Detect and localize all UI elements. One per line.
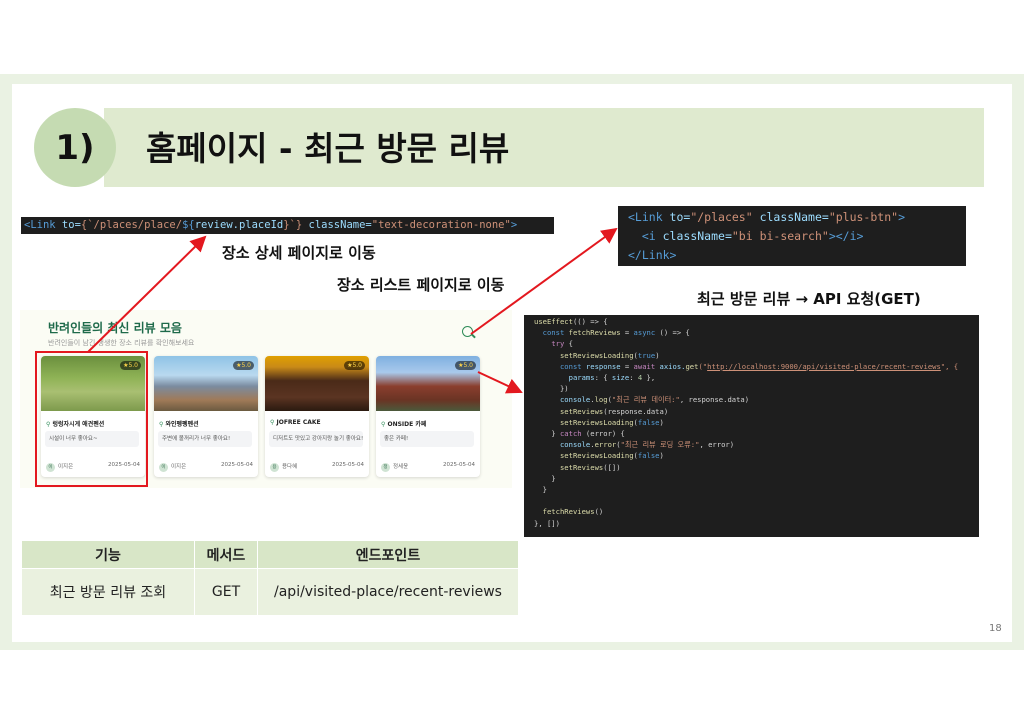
table-cell: GET — [194, 568, 258, 616]
table-header: 메서드 — [194, 540, 258, 569]
table-header-row: 기능 메서드 엔드포인트 — [21, 540, 519, 569]
arrow-to-effect-code — [477, 371, 523, 394]
api-table: 기능 메서드 엔드포인트 최근 방문 리뷰 조회 GET /api/visite… — [21, 540, 519, 616]
table-row: 최근 방문 리뷰 조회 GET /api/visited-place/recen… — [21, 568, 519, 616]
page-number: 18 — [989, 623, 1002, 634]
arrow-to-detail-code — [87, 235, 207, 353]
table-cell: 최근 방문 리뷰 조회 — [21, 568, 195, 616]
table-header: 기능 — [21, 540, 195, 569]
table-header: 엔드포인트 — [257, 540, 519, 569]
arrow-to-list-code — [470, 227, 618, 335]
table-cell: /api/visited-place/recent-reviews — [257, 568, 519, 616]
